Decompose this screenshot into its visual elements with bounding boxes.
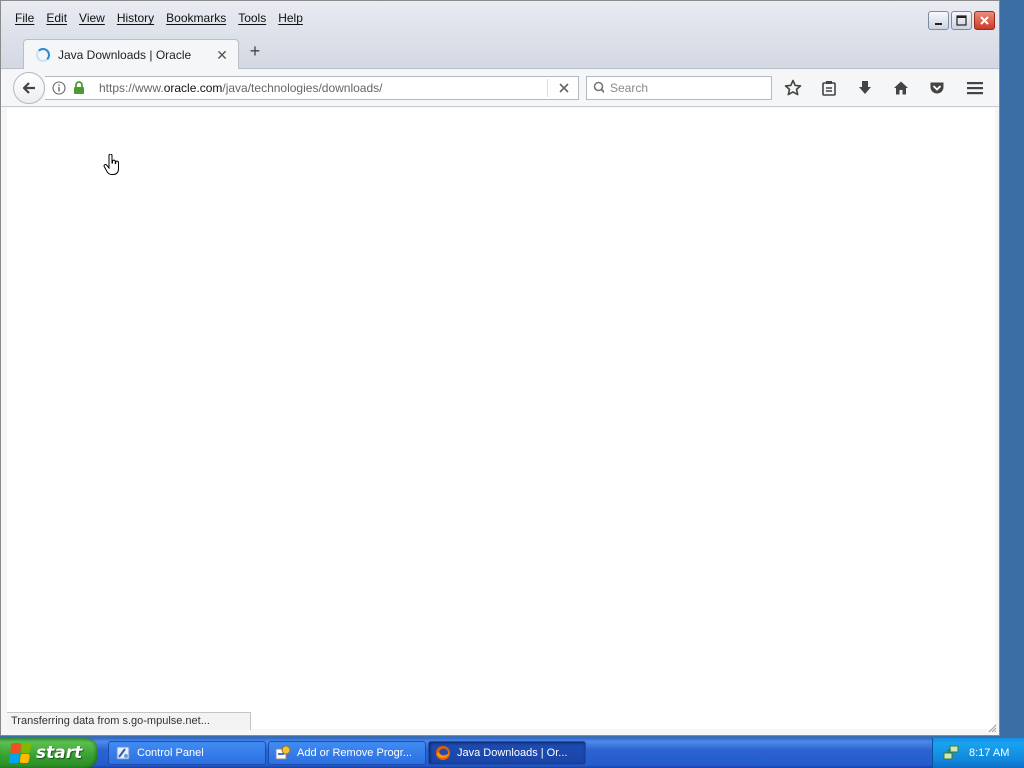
close-window-button[interactable] [974, 11, 995, 30]
bookmark-star-button[interactable] [781, 76, 805, 100]
menu-view[interactable]: View [73, 11, 111, 25]
hand-cursor-icon [103, 154, 119, 175]
maximize-button[interactable] [951, 11, 972, 30]
add-remove-programs-icon [275, 745, 291, 761]
url-separator [547, 79, 548, 97]
close-icon [980, 16, 989, 25]
url-path: /java/technologies/downloads/ [222, 81, 383, 95]
tab-java-downloads[interactable]: Java Downloads | Oracle ✕ [23, 39, 239, 70]
star-icon [784, 79, 802, 96]
menu-file[interactable]: File [9, 11, 40, 25]
network-icon[interactable] [943, 744, 959, 763]
home-icon [894, 81, 908, 95]
url-bar[interactable]: https://www.oracle.com/java/technologies… [45, 76, 579, 100]
taskbar-item-label: Add or Remove Progr... [297, 747, 412, 759]
stop-icon [559, 83, 569, 93]
menu-help[interactable]: Help [272, 11, 309, 25]
url-host: oracle.com [163, 81, 223, 95]
tab-strip: Java Downloads | Oracle ✕ + [1, 35, 999, 70]
back-button[interactable] [13, 72, 45, 104]
windows-logo-icon [8, 743, 32, 763]
taskbar-item-label: Java Downloads | Or... [457, 747, 568, 759]
taskbar-item-java-downloads[interactable]: Java Downloads | Or... [428, 741, 586, 765]
control-panel-icon [115, 745, 131, 761]
maximize-icon [956, 15, 967, 26]
hamburger-menu-icon [967, 82, 983, 95]
tab-title: Java Downloads | Oracle [58, 48, 192, 62]
start-label: start [36, 743, 83, 763]
url-text[interactable]: https://www.oracle.com/java/technologies… [99, 81, 547, 95]
clipboard-icon [822, 81, 836, 96]
title-bar: File Edit View History Bookmarks Tools H… [1, 1, 999, 35]
system-tray: 8:17 AM [932, 738, 1024, 768]
lock-icon[interactable] [71, 80, 87, 96]
start-button[interactable]: start [0, 738, 98, 768]
menu-history[interactable]: History [111, 11, 160, 25]
pocket-icon [930, 82, 944, 94]
back-arrow-icon [22, 82, 35, 94]
taskbar-item-add-remove-programs[interactable]: Add or Remove Progr... [268, 741, 426, 765]
page-content[interactable] [7, 108, 995, 729]
toolbar-icons [781, 76, 961, 100]
url-prefix: https://www. [99, 81, 164, 95]
firefox-icon [435, 745, 451, 761]
stop-loading-button[interactable] [556, 80, 572, 96]
taskbar-item-control-panel[interactable]: Control Panel [108, 741, 266, 765]
open-menu-button[interactable] [963, 76, 987, 100]
pocket-button[interactable] [925, 76, 949, 100]
menu-tools[interactable]: Tools [232, 11, 272, 25]
resize-grip-icon[interactable] [987, 723, 997, 733]
navigation-toolbar: https://www.oracle.com/java/technologies… [1, 69, 999, 107]
tab-close-icon[interactable]: ✕ [214, 47, 230, 64]
clock[interactable]: 8:17 AM [969, 747, 1009, 759]
new-tab-button[interactable]: + [245, 41, 265, 61]
home-button[interactable] [889, 76, 913, 100]
window-controls [928, 11, 995, 30]
menu-edit[interactable]: Edit [40, 11, 73, 25]
loading-spinner-icon [36, 48, 50, 62]
menu-bar: File Edit View History Bookmarks Tools H… [9, 11, 309, 25]
search-icon [593, 81, 604, 94]
status-bar: Transferring data from s.go-mpulse.net..… [7, 712, 251, 730]
search-input[interactable] [610, 81, 765, 95]
menu-bookmarks[interactable]: Bookmarks [160, 11, 232, 25]
minimize-icon [934, 22, 942, 25]
reading-list-button[interactable] [817, 76, 841, 100]
taskbar: start Control Panel Add or Remove Progr.… [0, 738, 1024, 768]
browser-window: File Edit View History Bookmarks Tools H… [0, 0, 1000, 736]
minimize-button[interactable] [928, 11, 949, 30]
download-arrow-icon [859, 81, 871, 94]
site-info-icon[interactable] [51, 80, 67, 96]
downloads-button[interactable] [853, 76, 877, 100]
search-box[interactable] [586, 76, 772, 100]
taskbar-item-label: Control Panel [137, 747, 204, 759]
